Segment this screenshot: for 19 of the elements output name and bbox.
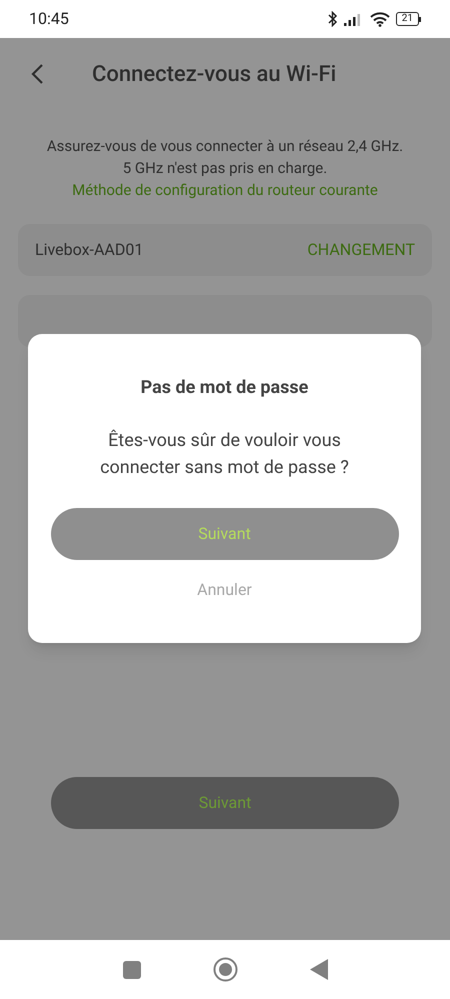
wifi-icon	[370, 12, 390, 26]
next-button[interactable]: Suivant	[51, 777, 399, 829]
back-triangle-icon[interactable]	[310, 959, 328, 980]
dialog-title: Pas de mot de passe	[140, 376, 308, 400]
change-network-button[interactable]: CHANGEMENT	[307, 238, 415, 262]
info-text: Assurez-vous de vous connecter à un réseau 2,4 GHz.	[46, 136, 404, 157]
router-setup-link[interactable]: Méthode de configuration du routeur courante	[72, 179, 378, 201]
page-title: Connectez-vous au Wi-Fi	[92, 60, 336, 88]
battery-indicator: 21	[396, 12, 421, 26]
info-text: 5 GHz n'est pas pris en charge.	[122, 158, 328, 179]
confirm-button[interactable]: Suivant	[50, 508, 398, 560]
cancel-button[interactable]: Annuler	[197, 578, 252, 602]
network-name: Livebox-AAD01	[35, 239, 144, 261]
status-time: 10:45	[29, 8, 69, 30]
recents-icon[interactable]	[122, 960, 140, 978]
back-chevron-icon	[30, 63, 44, 85]
dialog-message: Êtes-vous sûr de vouloir vous connecter sans mot de passe ?	[99, 428, 350, 480]
bluetooth-icon	[328, 11, 338, 27]
home-icon[interactable]	[212, 957, 238, 982]
